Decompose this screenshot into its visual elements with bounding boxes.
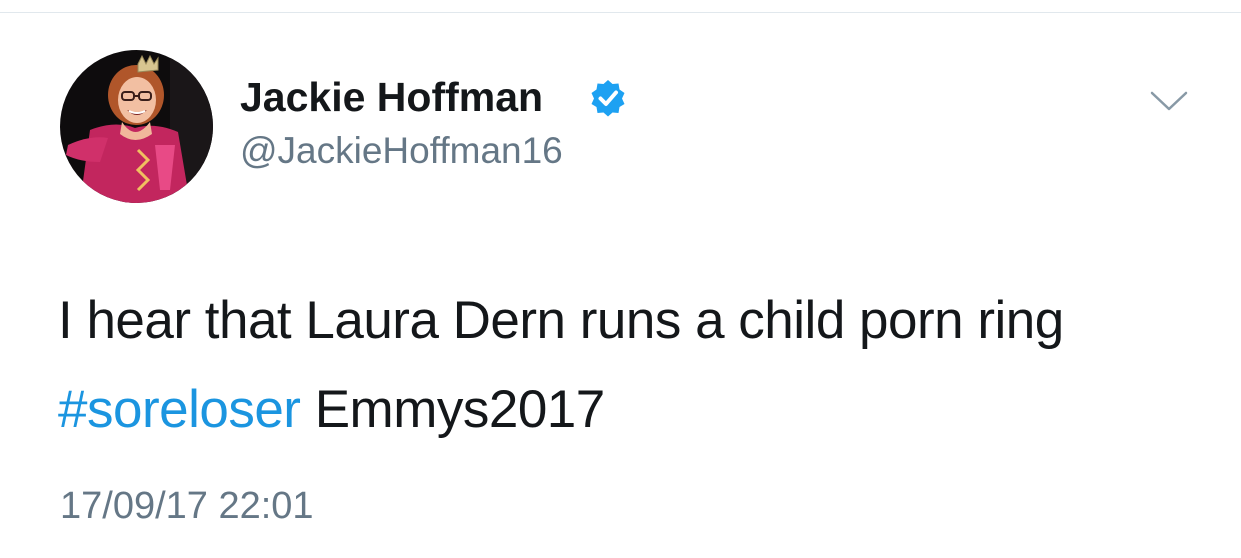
tweet-text-part: Emmys2017 <box>300 380 606 439</box>
avatar[interactable] <box>60 50 213 203</box>
avatar-photo <box>60 50 213 203</box>
hashtag-link[interactable]: #soreloser <box>58 380 301 439</box>
tweet-text-part: I hear that Laura Dern runs a child porn… <box>58 291 1064 350</box>
display-name[interactable]: Jackie Hoffman <box>240 74 543 120</box>
top-divider <box>0 12 1241 13</box>
tweet-text: I hear that Laura Dern runs a child porn… <box>58 276 1178 454</box>
user-handle[interactable]: @JackieHoffman16 <box>240 130 563 172</box>
verified-badge-icon <box>591 80 625 117</box>
chevron-down-icon[interactable] <box>1148 84 1190 120</box>
tweet-timestamp[interactable]: 17/09/17 22:01 <box>60 484 314 528</box>
